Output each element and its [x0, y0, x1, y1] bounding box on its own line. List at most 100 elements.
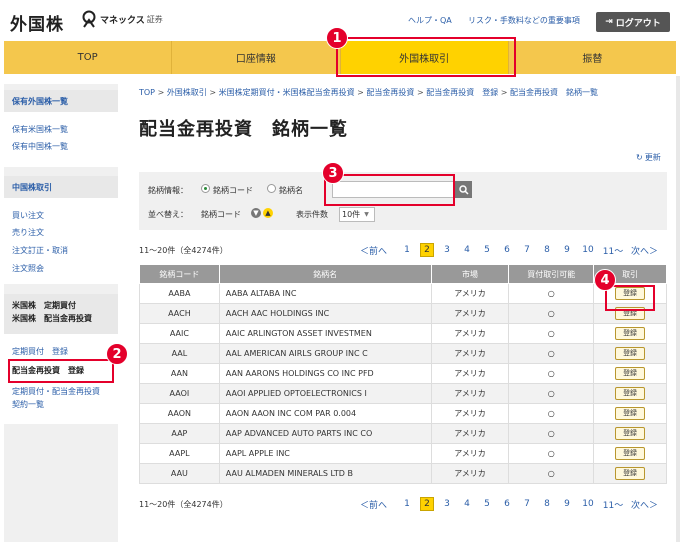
monex-logo[interactable]: マネックス 証券 — [80, 10, 163, 28]
register-button[interactable]: 登録 — [615, 387, 646, 400]
page-link[interactable]: 6 — [497, 245, 517, 255]
page-link[interactable]: 3 — [437, 499, 457, 509]
cell-code: AAPL — [139, 443, 220, 464]
refresh-label: 更新 — [644, 153, 661, 162]
search-button[interactable] — [455, 181, 472, 198]
breadcrumb-item[interactable]: 外国株取引 — [167, 88, 207, 97]
register-button[interactable]: 登録 — [615, 407, 646, 420]
page-link[interactable]: 1 — [397, 245, 417, 255]
page-link[interactable]: 10 — [577, 499, 599, 509]
page-link[interactable]: 9 — [557, 245, 577, 255]
tab-transfer[interactable]: 振替 — [509, 41, 676, 74]
cell-market: アメリカ — [430, 383, 510, 404]
cell-action: 登録 — [593, 323, 667, 344]
page-link[interactable]: 11～ — [599, 498, 627, 511]
sidebar-item-buy[interactable]: 買い注文 — [12, 210, 44, 221]
cell-name: AAN AARONS HOLDINGS CO INC PFD — [218, 363, 432, 384]
sidebar-item-regular[interactable]: 定期買付 登録 — [12, 346, 68, 357]
table-row: AAIC AAIC ARLINGTON ASSET INVESTMEN アメリカ ○ 登… — [139, 323, 667, 344]
cell-available: ○ — [508, 383, 595, 404]
table-row: AAON AAON AAON INC COM PAR 0.004 アメリカ ○ 登録 — [139, 403, 667, 424]
breadcrumb-sep: > — [500, 88, 508, 97]
next-page-link[interactable]: 次へ＞ — [631, 498, 658, 511]
help-link[interactable]: ヘルプ・QA — [408, 15, 452, 26]
highlight-box-tab — [336, 37, 516, 77]
page-link[interactable]: 5 — [477, 245, 497, 255]
table-row: AAPL AAPL APPLE INC アメリカ ○ 登録 — [139, 443, 667, 464]
page-link[interactable]: 11～ — [599, 244, 627, 257]
sidebar-us-title-2: 米国株 配当金再投資 — [12, 314, 92, 323]
page-link[interactable]: 6 — [497, 499, 517, 509]
page-link[interactable]: 10 — [577, 245, 599, 255]
register-button[interactable]: 登録 — [615, 327, 646, 340]
chevron-down-icon: ▼ — [364, 211, 369, 218]
table-row: AAL AAL AMERICAN AIRLS GROUP INC C アメリカ ○ 登録 — [139, 343, 667, 364]
breadcrumb-item[interactable]: 配当金再投資 登録 — [426, 88, 498, 97]
page-link[interactable]: 3 — [437, 245, 457, 255]
page-link[interactable]: 5 — [477, 499, 497, 509]
sidebar-item-inquiry[interactable]: 注文照会 — [12, 263, 44, 274]
sidebar-item-contract-2[interactable]: 契約一覧 — [12, 399, 44, 410]
breadcrumb-item[interactable]: 配当金再投資 — [366, 88, 414, 97]
cell-market: アメリカ — [430, 283, 510, 304]
cell-available: ○ — [508, 423, 595, 444]
sort-label: 並べ替え： — [148, 210, 188, 219]
per-page-select[interactable]: 10件 ▼ — [339, 207, 375, 222]
page-link[interactable]: 1 — [397, 499, 417, 509]
sidebar-item-cn-holdings[interactable]: 保有中国株一覧 — [12, 141, 68, 152]
register-button[interactable]: 登録 — [615, 347, 646, 360]
table-row: AABA AABA ALTABA INC アメリカ ○ 登録 — [139, 283, 667, 304]
breadcrumb-item[interactable]: 米国株定期買付・米国株配当金再投資 — [219, 88, 355, 97]
table-row: AACH AACH AAC HOLDINGS INC アメリカ ○ 登録 — [139, 303, 667, 324]
refresh-icon: ↻ — [636, 153, 643, 162]
prev-page-link[interactable]: ＜前へ — [360, 244, 387, 257]
register-button[interactable]: 登録 — [615, 367, 646, 380]
cell-action: 登録 — [593, 363, 667, 384]
refresh-button[interactable]: ↻ 更新 — [636, 152, 661, 163]
cell-name: AAU ALMADEN MINERALS LTD B — [218, 463, 432, 484]
table-row: AAOI AAOI APPLIED OPTOELECTRONICS I アメリカ ○ 登… — [139, 383, 667, 404]
col-header-available: 買付取引可能 — [508, 264, 595, 284]
tab-top[interactable]: TOP — [4, 41, 173, 74]
page-link[interactable]: 9 — [557, 499, 577, 509]
sort-desc-icon[interactable]: ▼ — [251, 208, 261, 218]
sidebar-item-contract-1[interactable]: 定期買付・配当金再投資 — [12, 386, 100, 397]
next-page-link[interactable]: 次へ＞ — [631, 244, 658, 257]
cell-name: AAL AMERICAN AIRLS GROUP INC C — [218, 343, 432, 364]
sort-asc-icon[interactable]: ▲ — [263, 208, 273, 218]
col-header-name: 銘柄名 — [218, 264, 432, 284]
register-button[interactable]: 登録 — [615, 447, 646, 460]
sidebar-item-us-holdings[interactable]: 保有米国株一覧 — [12, 124, 68, 135]
sidebar-item-modify[interactable]: 注文訂正・取消 — [12, 245, 68, 256]
sidebar-item-reinvest[interactable]: 配当金再投資 登録 — [12, 365, 84, 376]
sidebar-holdings-title: 保有外国株一覧 — [4, 90, 118, 112]
result-count-top: 11～20件（全4274件） — [139, 246, 228, 255]
cell-code: AABA — [139, 283, 220, 304]
page-link[interactable]: 7 — [517, 499, 537, 509]
cell-action: 登録 — [593, 443, 667, 464]
cell-available: ○ — [508, 283, 595, 304]
prev-page-link[interactable]: ＜前へ — [360, 498, 387, 511]
fees-link[interactable]: リスク・手数料などの重要事項 — [468, 15, 580, 26]
cell-available: ○ — [508, 343, 595, 364]
stock-table: 銘柄コード 銘柄名 市場 買付取引可能 取引 AABA AABA ALTABA I… — [139, 264, 667, 484]
right-edge — [676, 76, 680, 542]
register-button[interactable]: 登録 — [615, 467, 646, 480]
page-link[interactable]: 4 — [457, 245, 477, 255]
radio-name[interactable] — [267, 184, 276, 193]
radio-code[interactable] — [201, 184, 210, 193]
page-link[interactable]: 8 — [537, 245, 557, 255]
breadcrumb-item[interactable]: TOP — [139, 88, 155, 97]
radio-code-label: 銘柄コード — [213, 186, 253, 195]
search-icon — [458, 184, 469, 195]
page-link[interactable]: 7 — [517, 245, 537, 255]
logout-button[interactable]: ⇥ ログアウト — [596, 12, 670, 32]
cell-name: AAON AAON INC COM PAR 0.004 — [218, 403, 432, 424]
cell-name: AAPL APPLE INC — [218, 443, 432, 464]
sidebar-item-sell[interactable]: 売り注文 — [12, 227, 44, 238]
register-button[interactable]: 登録 — [615, 427, 646, 440]
cell-code: AAN — [139, 363, 220, 384]
page-link[interactable]: 4 — [457, 499, 477, 509]
tab-account[interactable]: 口座情報 — [172, 41, 341, 74]
page-link[interactable]: 8 — [537, 499, 557, 509]
